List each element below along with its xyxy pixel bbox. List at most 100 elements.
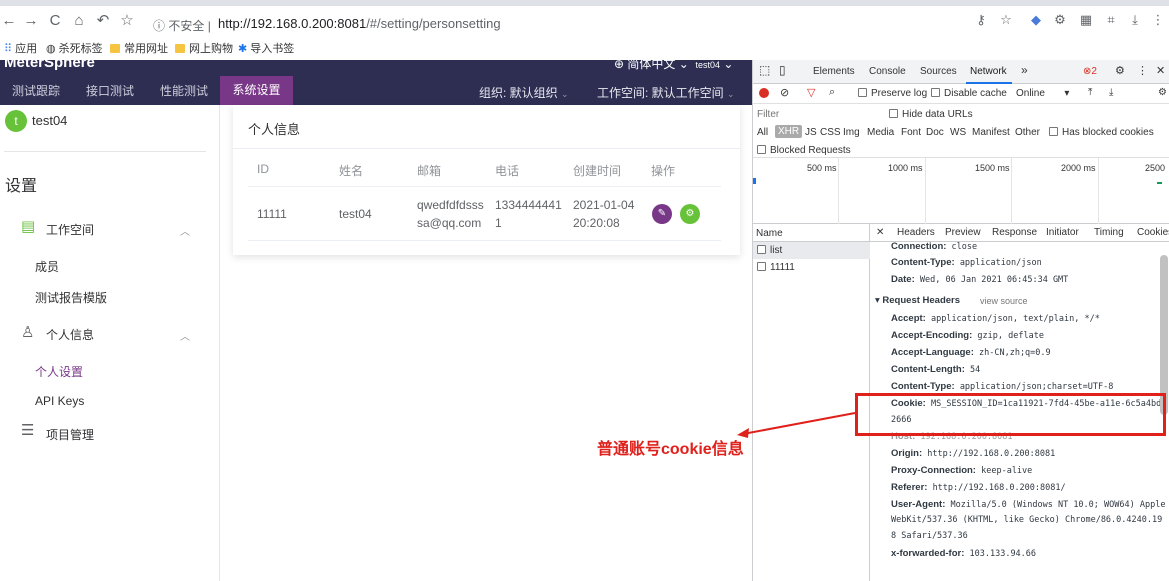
list-item[interactable]: list: [753, 242, 870, 259]
type-manifest[interactable]: Manifest: [972, 127, 1010, 138]
globe-icon: ⊕: [614, 57, 625, 71]
type-xhr[interactable]: XHR: [775, 125, 803, 138]
sidebar-item-members[interactable]: 成员: [35, 258, 59, 275]
extension-icon[interactable]: ◆: [1028, 12, 1044, 28]
export-har-icon[interactable]: ⤓: [1109, 87, 1113, 98]
search-icon[interactable]: ⌕: [829, 86, 835, 99]
sidebar-item-personal-info[interactable]: 个人信息: [46, 326, 94, 343]
hide-data-urls-checkbox[interactable]: Hide data URLs: [889, 109, 973, 120]
grid-ext-icon[interactable]: ▦: [1078, 12, 1094, 28]
inspect-icon[interactable]: ⬚: [759, 63, 770, 77]
language-switch[interactable]: ⊕ 简体中文 ⌄ test04 ⌄: [614, 55, 733, 72]
gear-icon[interactable]: ⚙: [1158, 87, 1167, 98]
throttle-select[interactable]: Online ▾: [1016, 88, 1069, 99]
name-column-header[interactable]: Name: [753, 224, 870, 242]
chevron-up-icon[interactable]: ︿: [180, 328, 190, 343]
view-source-link[interactable]: view source: [980, 296, 1028, 306]
type-doc[interactable]: Doc: [926, 127, 944, 138]
star-icon[interactable]: ☆: [998, 12, 1014, 28]
app-logo[interactable]: MeterSphere: [4, 54, 95, 71]
settings-button[interactable]: ⚙: [680, 204, 700, 224]
sidebar-item-workspace[interactable]: 工作空间: [46, 221, 94, 238]
type-css[interactable]: CSS: [820, 127, 841, 138]
app-header: MeterSphere 测试跟踪 接口测试 性能测试 系统设置 ⊕ 简体中文 ⌄…: [0, 54, 752, 105]
workspace-switch[interactable]: 工作空间: 默认工作空间 ⌄: [597, 84, 735, 101]
menu-api-test[interactable]: 接口测试: [86, 82, 134, 99]
download-icon[interactable]: ⤓: [1127, 12, 1143, 28]
has-blocked-cookies-checkbox[interactable]: Has blocked cookies: [1049, 127, 1154, 138]
type-js[interactable]: JS: [805, 127, 817, 138]
type-img[interactable]: Img: [843, 127, 860, 138]
tab-console[interactable]: Console: [869, 66, 906, 77]
crop-ext-icon[interactable]: ⌗: [1103, 12, 1119, 28]
clear-icon[interactable]: ⊘: [780, 86, 789, 99]
type-media[interactable]: Media: [867, 127, 894, 138]
header-line: Date: Wed, 06 Jan 2021 06:45:34 GMT: [891, 274, 1068, 285]
request-list: Name list 11111: [753, 224, 870, 581]
type-font[interactable]: Font: [901, 127, 921, 138]
header-line: Connection: close: [891, 241, 977, 252]
scrollbar[interactable]: [1160, 255, 1168, 415]
menu-test-track[interactable]: 测试跟踪: [12, 82, 60, 99]
key-icon[interactable]: ⚷: [973, 12, 989, 28]
list-item[interactable]: 11111: [753, 259, 870, 276]
sidebar-item-personal-settings[interactable]: 个人设置: [35, 363, 83, 380]
tab-cookies[interactable]: Cookies: [1137, 227, 1169, 238]
reload-icon[interactable]: C: [46, 12, 64, 30]
divider: [248, 240, 721, 241]
tab-elements[interactable]: Elements: [813, 66, 855, 77]
sidebar-item-report-template[interactable]: 测试报告模版: [35, 289, 107, 306]
sidebar-item-project-management[interactable]: 项目管理: [46, 426, 94, 443]
close-icon[interactable]: ✕: [1156, 64, 1165, 77]
chevron-up-icon[interactable]: ︿: [180, 223, 190, 238]
menu-performance-test[interactable]: 性能测试: [160, 82, 208, 99]
request-headers-toggle[interactable]: ▾ Request Headers: [875, 295, 960, 306]
forward-icon[interactable]: →: [22, 12, 40, 30]
network-controls: ⊘ ▽ ⌕ Preserve log Disable cache Online …: [753, 84, 1169, 104]
tab-response[interactable]: Response: [992, 227, 1037, 238]
bookmark-star-icon[interactable]: ☆: [118, 12, 136, 30]
tab-headers[interactable]: Headers: [897, 227, 935, 238]
preserve-log-checkbox[interactable]: Preserve log: [858, 88, 927, 99]
filter-icon[interactable]: ▽: [807, 86, 815, 99]
tab-preview[interactable]: Preview: [945, 227, 981, 238]
tab-network[interactable]: Network: [970, 66, 1007, 77]
record-icon[interactable]: [759, 88, 769, 98]
home-icon[interactable]: ⌂: [70, 12, 88, 30]
header-key: Accept-Encoding:: [891, 330, 973, 341]
settings-ext-icon[interactable]: ⚙: [1052, 12, 1068, 28]
kebab-icon[interactable]: ⋮: [1137, 64, 1148, 77]
tab-initiator[interactable]: Initiator: [1046, 227, 1079, 238]
bookmark-common-sites[interactable]: 常用网址: [110, 40, 168, 56]
type-other[interactable]: Other: [1015, 127, 1040, 138]
tab-timing[interactable]: Timing: [1094, 227, 1124, 238]
header-value: 103.133.94.66: [969, 549, 1037, 559]
filter-input[interactable]: [755, 106, 883, 122]
close-icon[interactable]: ✕: [876, 227, 884, 238]
header-key: x-forwarded-for:: [891, 548, 965, 559]
tab-sources[interactable]: Sources: [920, 66, 957, 77]
timeline-tick: 2500: [1145, 163, 1166, 173]
device-icon[interactable]: ▯: [779, 63, 786, 77]
org-switch[interactable]: 组织: 默认组织 ⌄: [479, 84, 569, 101]
import-har-icon[interactable]: ⤒: [1088, 87, 1092, 98]
undo-icon[interactable]: ↶: [94, 12, 112, 30]
blocked-requests-checkbox[interactable]: Blocked Requests: [757, 145, 851, 156]
type-all[interactable]: All: [757, 127, 768, 138]
bookmark-import[interactable]: ✱ 导入书签: [238, 40, 294, 56]
type-ws[interactable]: WS: [950, 127, 966, 138]
gear-icon[interactable]: ⚙: [1115, 64, 1125, 77]
header-line: 8 Safari/537.36: [891, 531, 968, 541]
more-tabs[interactable]: »: [1021, 63, 1028, 77]
sidebar-item-api-keys[interactable]: API Keys: [35, 394, 84, 408]
security-indicator[interactable]: ⓘ 不安全 |: [153, 17, 211, 34]
disable-cache-checkbox[interactable]: Disable cache: [931, 88, 1007, 99]
back-icon[interactable]: ←: [0, 12, 18, 30]
menu-system-settings[interactable]: 系统设置: [220, 76, 293, 105]
checkbox-icon: [1049, 127, 1058, 136]
error-badge[interactable]: ⊗2: [1083, 66, 1097, 77]
menu-icon[interactable]: ⋮: [1150, 12, 1166, 28]
cell-email-line2: sa@qq.com: [417, 216, 482, 230]
bookmark-shopping[interactable]: 网上购物: [175, 40, 233, 56]
edit-button[interactable]: ✎: [652, 204, 672, 224]
